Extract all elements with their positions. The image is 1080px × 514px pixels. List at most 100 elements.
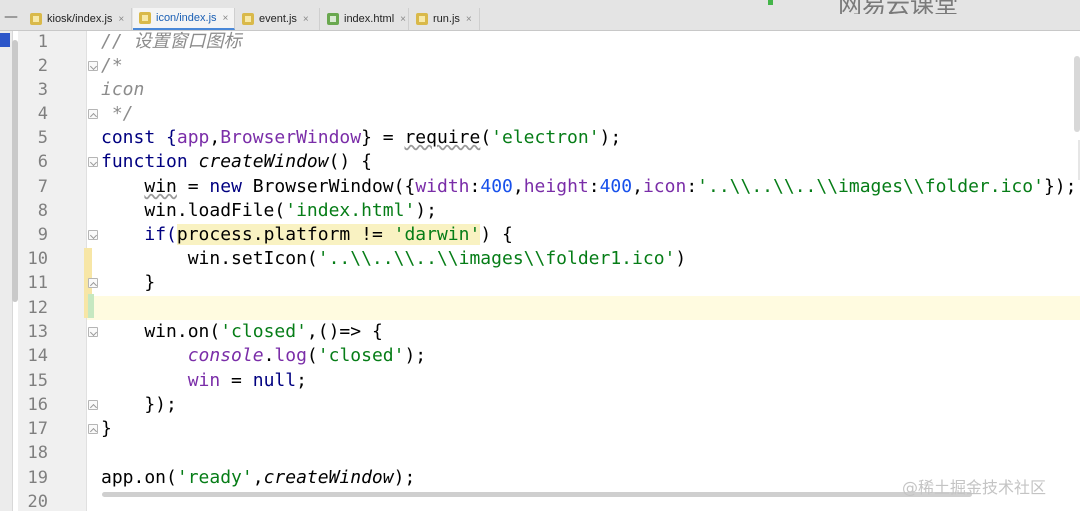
- line-number: 15: [27, 371, 48, 391]
- close-icon[interactable]: ×: [223, 13, 229, 24]
- code-line[interactable]: win.setIcon('..\\..\\..\\images\\folder1…: [101, 247, 687, 271]
- code-line[interactable]: /*: [101, 54, 123, 78]
- code-token: ,: [632, 176, 643, 197]
- code-token: log: [274, 345, 307, 366]
- line-number: 19: [27, 468, 48, 488]
- code-token: BrowserWindow: [220, 127, 362, 148]
- code-line[interactable]: win = null;: [101, 369, 307, 393]
- close-icon[interactable]: ×: [118, 14, 124, 25]
- code-token: 'electron': [491, 127, 600, 148]
- line-number: 7: [37, 177, 48, 197]
- code-token: 'ready': [176, 467, 253, 488]
- code-token: :: [588, 176, 600, 197]
- code-token: ): [675, 248, 687, 269]
- code-token: '..\\..\\..\\images\\folder1.ico': [317, 248, 676, 269]
- code-token: ) {: [480, 224, 513, 245]
- line-number: 14: [27, 346, 48, 366]
- tab-kiosk-index-js[interactable]: kiosk/index.js ×: [24, 8, 132, 30]
- fold-icon[interactable]: [88, 400, 98, 410]
- code-line[interactable]: */: [101, 102, 134, 126]
- tab-label: run.js: [433, 13, 460, 25]
- watermark-top: 网易云课堂: [838, 0, 958, 14]
- code-token: 'closed': [317, 345, 405, 366]
- code-line[interactable]: function createWindow() {: [101, 150, 372, 174]
- js-file-icon: [139, 12, 151, 24]
- collapse-icon[interactable]: —: [0, 6, 22, 28]
- code-token: null: [252, 370, 297, 391]
- vertical-scrollbar-right[interactable]: [1074, 56, 1080, 132]
- code-token: :: [469, 176, 481, 197]
- code-token: if(: [144, 224, 177, 245]
- watermark-bottom: @稀土掘金技术社区: [902, 478, 1047, 497]
- code-token: win.setIcon(: [101, 248, 318, 269]
- line-number: 13: [27, 322, 48, 342]
- code-token: () {: [328, 151, 372, 172]
- code-line[interactable]: }: [101, 271, 155, 295]
- code-token: const {: [101, 127, 177, 148]
- fold-icon[interactable]: [88, 424, 98, 434]
- code-token: 'index.html': [285, 200, 416, 221]
- code-line[interactable]: if(process.platform != 'darwin') {: [101, 223, 513, 247]
- code-token: '..\\..\\..\\images\\folder.ico': [697, 176, 1044, 197]
- code-line[interactable]: icon: [101, 78, 144, 102]
- code-token: BrowserWindow: [252, 176, 394, 197]
- js-file-icon: [242, 13, 254, 25]
- code-token: ;: [296, 370, 307, 391]
- code-line[interactable]: // 设置窗口图标: [101, 30, 242, 54]
- line-number: 4: [37, 104, 48, 124]
- editor-tab-bar: — kiosk/index.js × icon/index.js × event…: [0, 0, 1080, 31]
- code-token: ,()=> {: [306, 321, 383, 342]
- fold-icon[interactable]: [88, 230, 98, 240]
- code-token: new: [209, 176, 253, 197]
- line-number: 1: [37, 32, 48, 52]
- line-number: 16: [27, 395, 48, 415]
- code-token: require: [404, 127, 481, 148]
- code-line[interactable]: app.on('ready',createWindow);: [101, 466, 415, 490]
- code-token: } =: [361, 127, 405, 148]
- status-indicator: [768, 0, 773, 5]
- html-file-icon: [327, 13, 339, 25]
- code-line[interactable]: const {app,BrowserWindow} = require('ele…: [101, 126, 621, 150]
- fold-icon[interactable]: [88, 278, 98, 288]
- line-number: 11: [27, 273, 48, 293]
- line-number: 18: [27, 443, 48, 463]
- tab-index-html[interactable]: index.html ×: [321, 8, 409, 30]
- code-token: app: [176, 127, 210, 148]
- code-token: });: [1043, 176, 1077, 197]
- fold-icon[interactable]: [88, 61, 98, 71]
- js-file-icon: [30, 13, 42, 25]
- tab-label: event.js: [259, 13, 297, 25]
- close-icon[interactable]: ×: [400, 14, 406, 25]
- tab-label: index.html: [344, 13, 395, 25]
- code-token: win: [144, 176, 177, 197]
- code-line[interactable]: });: [101, 393, 177, 417]
- line-number: 8: [37, 201, 48, 221]
- tab-icon-index-js[interactable]: icon/index.js ×: [133, 8, 235, 30]
- code-line[interactable]: console.log('closed');: [101, 344, 426, 368]
- fold-icon[interactable]: [88, 327, 98, 337]
- horizontal-scrollbar[interactable]: [102, 492, 972, 497]
- code-token: console: [187, 345, 264, 366]
- code-line[interactable]: win = new BrowserWindow({width:400,heigh…: [101, 175, 1076, 199]
- fold-icon[interactable]: [88, 157, 98, 167]
- vcs-added-marker: [88, 294, 94, 318]
- fold-icon[interactable]: [88, 109, 98, 119]
- code-token: 'darwin': [393, 224, 481, 245]
- code-token: ({: [393, 176, 416, 197]
- current-line-highlight: [87, 296, 1080, 320]
- code-line[interactable]: win.loadFile('index.html');: [101, 199, 437, 223]
- tab-event-js[interactable]: event.js ×: [236, 8, 320, 30]
- code-line[interactable]: }: [101, 417, 112, 441]
- code-line[interactable]: win.on('closed',()=> {: [101, 320, 383, 344]
- code-token: =: [220, 370, 253, 391]
- code-token: 400: [480, 176, 513, 197]
- close-icon[interactable]: ×: [466, 14, 472, 25]
- code-token: );: [393, 467, 416, 488]
- tab-run-js[interactable]: run.js ×: [410, 8, 480, 30]
- line-number: 5: [37, 128, 48, 148]
- close-icon[interactable]: ×: [303, 14, 309, 25]
